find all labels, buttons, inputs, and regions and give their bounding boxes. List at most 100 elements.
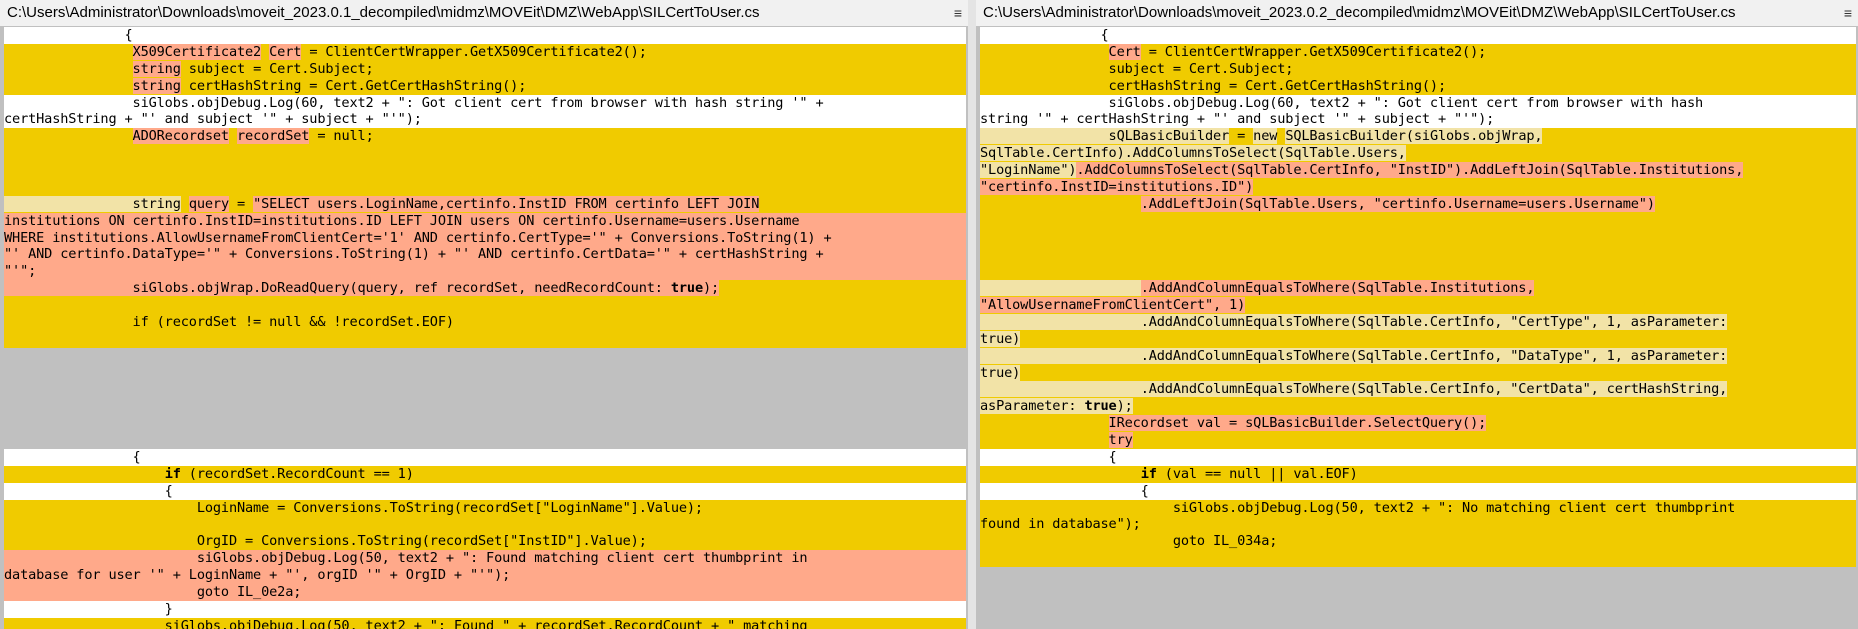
left-code-line[interactable]: institutions ON certinfo.InstID=institut… (4, 212, 966, 230)
left-code-line[interactable]: "'"; (4, 263, 966, 281)
code-token: ); (702, 280, 720, 297)
right-code-line[interactable]: IRecordset val = sQLBasicBuilder.SelectQ… (980, 415, 1856, 432)
right-code-line[interactable] (980, 212, 1856, 230)
code-token: "LoginName") (980, 162, 1077, 178)
right-code-line[interactable]: "AllowUsernameFromClientCert", 1) (980, 297, 1856, 314)
code-token: WHERE institutions.AllowUsernameFromClie… (4, 229, 832, 246)
right-code-line[interactable]: SqlTable.CertInfo).AddColumnsToSelect(Sq… (980, 145, 1856, 162)
left-code-line[interactable]: goto IL_0e2a; (4, 583, 966, 601)
code-token: database for user '" + LoginName + "', o… (4, 567, 511, 583)
right-code-line[interactable]: subject = Cert.Subject; (980, 60, 1856, 78)
right-code-line[interactable]: .AddAndColumnEqualsToWhere(SqlTable.Cert… (980, 313, 1856, 331)
left-code-line[interactable]: ADORecordset recordSet = null; (4, 128, 966, 146)
left-code-line[interactable] (4, 330, 966, 348)
right-code-line[interactable]: string '" + certHashString + "' and subj… (980, 111, 1856, 129)
code-token: .AddAndColumnEqualsToWhere(SqlTable.Cert… (1140, 381, 1728, 398)
right-code-line[interactable]: .AddAndColumnEqualsToWhere(SqlTable.Cert… (980, 381, 1856, 399)
right-code-line[interactable]: { (980, 27, 1856, 44)
code-token: = ClientCertWrapper.GetX509Certificate2(… (1140, 43, 1487, 60)
left-code-line[interactable] (4, 516, 966, 534)
right-code-line[interactable] (980, 550, 1856, 567)
right-code-line[interactable]: siGlobs.objDebug.Log(50, text2 + ": No m… (980, 499, 1856, 517)
left-code-line[interactable] (4, 381, 966, 399)
left-code-line[interactable] (4, 432, 966, 449)
right-code-line[interactable]: try (980, 432, 1856, 449)
code-token: (val == null || val.EOF) (1156, 465, 1358, 482)
left-code-line[interactable] (4, 297, 966, 314)
left-code-line[interactable]: { (4, 448, 966, 466)
right-code-line[interactable] (980, 246, 1856, 264)
right-code-line[interactable]: asParameter: true); (980, 398, 1856, 416)
code-token: certHashString = Cert.GetCertHashString(… (980, 77, 1447, 94)
left-code-line[interactable]: WHERE institutions.AllowUsernameFromClie… (4, 229, 966, 247)
left-code-line[interactable]: X509Certificate2 Cert = ClientCertWrappe… (4, 43, 966, 61)
left-code-line[interactable]: siGlobs.objDebug.Log(60, text2 + ": Got … (4, 94, 966, 112)
left-code-line[interactable] (4, 347, 966, 365)
right-code-line[interactable]: .AddAndColumnEqualsToWhere(SqlTable.Inst… (980, 280, 1856, 297)
left-code-view[interactable]: { X509Certificate2 Cert = ClientCertWrap… (4, 27, 966, 629)
left-code-line[interactable]: siGlobs.objDebug.Log(50, text2 + ": Foun… (4, 617, 966, 629)
left-code-line[interactable] (4, 178, 966, 196)
code-token: siGlobs.objDebug.Log(50, text2 + ": No m… (980, 499, 1736, 516)
left-code-line[interactable]: { (4, 482, 966, 500)
code-token: string (132, 195, 181, 212)
left-code-line[interactable] (4, 364, 966, 382)
right-code-line[interactable]: { (980, 482, 1856, 500)
right-code-line[interactable] (980, 567, 1856, 584)
right-code-line[interactable]: Cert = ClientCertWrapper.GetX509Certific… (980, 43, 1856, 61)
left-code-line[interactable]: LoginName = Conversions.ToString(recordS… (4, 499, 966, 517)
right-code-line[interactable]: "LoginName").AddColumnsToSelect(SqlTable… (980, 162, 1856, 179)
right-code-line[interactable] (980, 617, 1856, 629)
right-code-line[interactable]: .AddLeftJoin(SqlTable.Users, "certinfo.U… (980, 195, 1856, 213)
right-code-line[interactable]: { (980, 448, 1856, 466)
left-code-line[interactable]: string certHashString = Cert.GetCertHash… (4, 77, 966, 95)
code-token: goto IL_034a; (980, 533, 1278, 550)
right-code-line[interactable]: certHashString = Cert.GetCertHashString(… (980, 77, 1856, 95)
code-token: { (980, 482, 1149, 499)
left-code-line[interactable] (4, 145, 966, 162)
left-code-line[interactable]: database for user '" + LoginName + "', o… (4, 567, 966, 584)
left-code-line[interactable] (4, 398, 966, 416)
right-code-line[interactable] (980, 229, 1856, 247)
left-code-line[interactable]: string query = "SELECT users.LoginName,c… (4, 195, 966, 213)
code-token: (recordSet.RecordCount == 1) (180, 465, 414, 482)
code-token (980, 381, 1141, 398)
right-code-line[interactable]: true) (980, 364, 1856, 382)
right-code-view[interactable]: { Cert = ClientCertWrapper.GetX509Certif… (980, 27, 1856, 629)
right-code-line[interactable] (980, 600, 1856, 618)
code-token: found in database"); (980, 516, 1141, 533)
left-code-line[interactable]: siGlobs.objDebug.Log(50, text2 + ": Foun… (4, 550, 966, 567)
left-code-line[interactable]: { (4, 27, 966, 44)
left-code-line[interactable]: string subject = Cert.Subject; (4, 60, 966, 78)
right-code-line[interactable]: true) (980, 330, 1856, 348)
right-code-line[interactable]: found in database"); (980, 516, 1856, 534)
right-code-line[interactable]: if (val == null || val.EOF) (980, 465, 1856, 483)
left-code-line[interactable] (4, 162, 966, 179)
code-token: siGlobs.objDebug.Log(60, text2 + ": Got … (4, 94, 824, 111)
code-token: if (recordSet != null && !recordSet.EOF) (4, 313, 455, 330)
right-code-line[interactable]: "certinfo.InstID=institutions.ID") (980, 178, 1856, 196)
right-code-line[interactable] (980, 583, 1856, 601)
left-code-line[interactable]: OrgID = Conversions.ToString(recordSet["… (4, 533, 966, 551)
right-menu-icon[interactable]: ≡ (1844, 0, 1852, 26)
left-code-line[interactable]: if (recordSet != null && !recordSet.EOF) (4, 313, 966, 331)
code-token: ); (1116, 398, 1133, 415)
right-code-line[interactable]: goto IL_034a; (980, 533, 1856, 551)
pane-divider[interactable] (968, 0, 976, 629)
right-diff-pane[interactable]: C:\Users\Administrator\Downloads\moveit_… (976, 0, 1858, 629)
left-code-line[interactable] (4, 415, 966, 432)
left-code-line[interactable]: siGlobs.objWrap.DoReadQuery(query, ref r… (4, 280, 966, 297)
left-code-line[interactable]: } (4, 600, 966, 618)
left-code-line[interactable]: if (recordSet.RecordCount == 1) (4, 465, 966, 483)
code-token: "' AND certinfo.DataType='" + Conversion… (4, 246, 824, 263)
left-code-line[interactable]: certHashString + "' and subject '" + sub… (4, 111, 966, 129)
left-diff-pane[interactable]: C:\Users\Administrator\Downloads\moveit_… (0, 0, 968, 629)
right-code-line[interactable]: sQLBasicBuilder = new SQLBasicBuilder(si… (980, 128, 1856, 146)
right-code-line[interactable]: siGlobs.objDebug.Log(60, text2 + ": Got … (980, 94, 1856, 112)
left-code-line[interactable]: "' AND certinfo.DataType='" + Conversion… (4, 246, 966, 264)
right-code-line[interactable] (980, 263, 1856, 281)
left-menu-icon[interactable]: ≡ (954, 0, 962, 26)
right-code-line[interactable]: .AddAndColumnEqualsToWhere(SqlTable.Cert… (980, 347, 1856, 365)
